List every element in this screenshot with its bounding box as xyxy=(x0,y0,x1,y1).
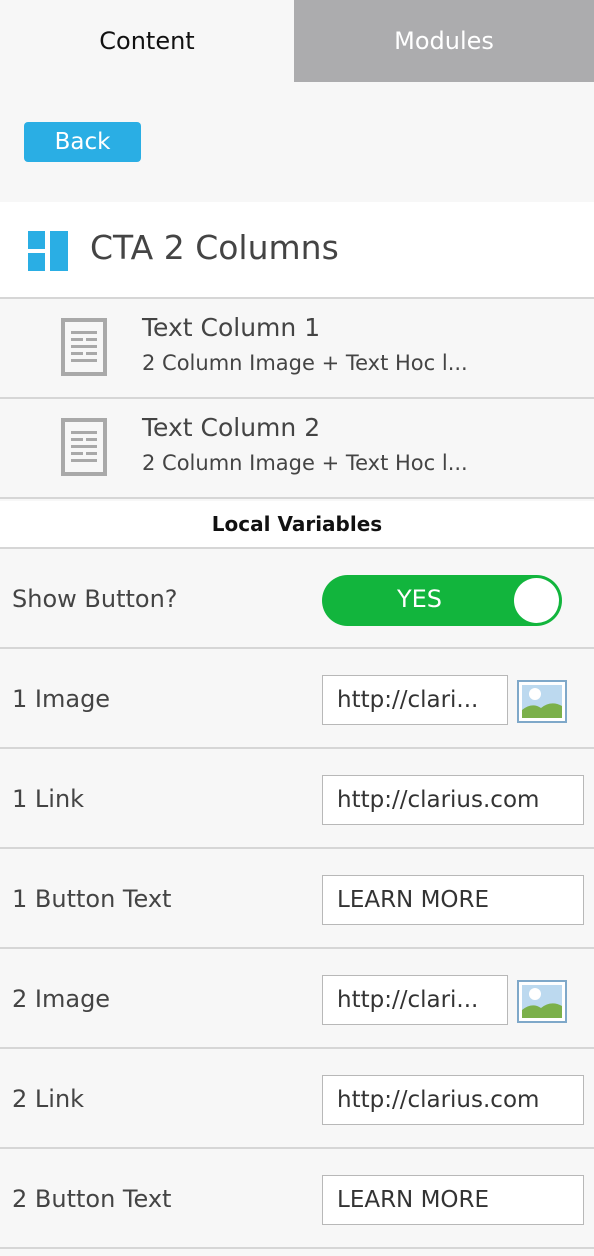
variable-label: 1 Button Text xyxy=(12,885,172,913)
back-button[interactable]: Back xyxy=(24,122,141,162)
toggle-state-text: YES xyxy=(396,585,443,613)
list-item-text-column-1[interactable]: Text Column 1 2 Column Image + Text Hoc … xyxy=(0,299,594,399)
list-item-text-column-2[interactable]: Text Column 2 2 Column Image + Text Hoc … xyxy=(0,399,594,499)
tab-modules[interactable]: Modules xyxy=(294,0,594,82)
module-header: CTA 2 Columns xyxy=(0,202,594,299)
button-text-1-input[interactable] xyxy=(322,875,584,925)
variable-label: 2 Image xyxy=(12,985,111,1013)
toggle-knob xyxy=(514,578,559,623)
variable-label: 1 Link xyxy=(12,785,85,813)
column-title: Text Column 2 xyxy=(142,413,321,442)
variable-row-show-button: Show Button? YES xyxy=(0,549,594,649)
column-subtitle: 2 Column Image + Text Hoc l... xyxy=(142,351,468,375)
column-title: Text Column 1 xyxy=(142,313,321,342)
link-2-input[interactable] xyxy=(322,1075,584,1125)
variable-label: Show Button? xyxy=(12,585,178,613)
image-picker-icon[interactable] xyxy=(517,680,567,723)
variable-row-1-image: 1 Image xyxy=(0,649,594,749)
column-subtitle: 2 Column Image + Text Hoc l... xyxy=(142,451,468,475)
variable-row-2-button-text: 2 Button Text xyxy=(0,1149,594,1249)
link-1-input[interactable] xyxy=(322,775,584,825)
local-variables-heading: Local Variables xyxy=(0,501,594,549)
variable-label: 2 Button Text xyxy=(12,1185,172,1213)
button-text-2-input[interactable] xyxy=(322,1175,584,1225)
document-icon xyxy=(61,418,107,476)
image-1-url-input[interactable] xyxy=(322,675,508,725)
variable-row-2-link: 2 Link xyxy=(0,1049,594,1149)
show-button-toggle[interactable]: YES xyxy=(322,575,562,626)
image-picker-icon[interactable] xyxy=(517,980,567,1023)
variable-row-1-button-text: 1 Button Text xyxy=(0,849,594,949)
document-icon xyxy=(61,318,107,376)
variable-label: 1 Image xyxy=(12,685,111,713)
variable-row-2-image: 2 Image xyxy=(0,949,594,1049)
variable-row-1-link: 1 Link xyxy=(0,749,594,849)
tab-bar: Content Modules xyxy=(0,0,594,82)
tab-content[interactable]: Content xyxy=(0,0,294,82)
image-2-url-input[interactable] xyxy=(322,975,508,1025)
variable-label: 2 Link xyxy=(12,1085,85,1113)
two-column-layout-icon xyxy=(28,231,68,271)
module-title: CTA 2 Columns xyxy=(90,228,339,267)
